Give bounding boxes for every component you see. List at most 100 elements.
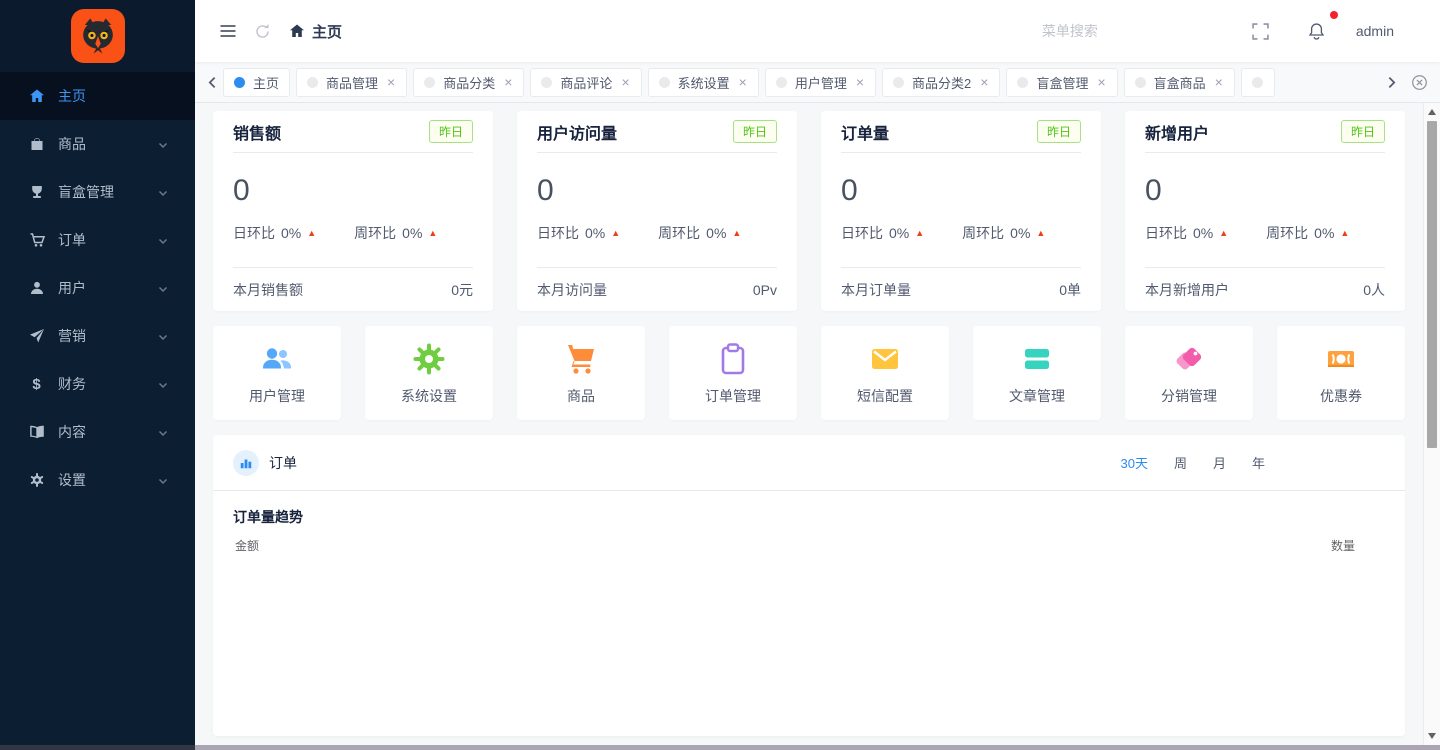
tab-user-manage[interactable]: 用户管理× — [765, 68, 876, 97]
tab-dot — [659, 77, 670, 88]
cart-icon — [28, 232, 45, 249]
quick-action-label: 分销管理 — [1161, 386, 1217, 406]
user-menu[interactable]: admin — [1356, 23, 1394, 39]
notification-badge — [1330, 11, 1338, 19]
sidebar-item-settings[interactable]: 设置 — [0, 456, 195, 504]
notification-bell-icon[interactable] — [1300, 14, 1334, 48]
sidebar-item-content[interactable]: 内容 — [0, 408, 195, 456]
tabs-container: 主页 商品管理× 商品分类× 商品评论× 系统设置× 用户管理× 商品分类2× … — [223, 67, 1380, 97]
close-icon[interactable]: × — [738, 75, 748, 89]
fullscreen-icon[interactable] — [1244, 14, 1278, 48]
chevron-down-icon — [157, 378, 169, 390]
quick-action-order-manage[interactable]: 订单管理 — [669, 326, 797, 420]
tab-partial[interactable] — [1241, 68, 1275, 97]
sidebar-item-label: 订单 — [58, 230, 157, 250]
tab-dot — [1135, 77, 1146, 88]
tab-blindbox-manage[interactable]: 盲盒管理× — [1006, 68, 1117, 97]
quick-action-coupon[interactable]: 优惠券 — [1277, 326, 1405, 420]
close-icon[interactable]: × — [1096, 75, 1106, 89]
sidebar-item-blindbox[interactable]: 盲盒管理 — [0, 168, 195, 216]
close-icon[interactable]: × — [386, 75, 396, 89]
order-trend-chart: 订单量趋势 金额 数量 — [213, 491, 1405, 554]
close-icon[interactable]: × — [979, 75, 989, 89]
menu-search-input[interactable] — [1042, 23, 1202, 39]
quick-action-user-manage[interactable]: 用户管理 — [213, 326, 341, 420]
day-ratio: 日环比0%▲ — [841, 223, 924, 243]
quick-action-system-settings[interactable]: 系统设置 — [365, 326, 493, 420]
sidebar-item-orders[interactable]: 订单 — [0, 216, 195, 264]
bar-chart-icon — [233, 450, 259, 476]
sidebar-item-goods[interactable]: 商品 — [0, 120, 195, 168]
hamburger-menu-icon[interactable] — [211, 14, 245, 48]
tabs-scroll-right-icon[interactable] — [1380, 68, 1402, 96]
sidebar-item-users[interactable]: 用户 — [0, 264, 195, 312]
range-week[interactable]: 周 — [1174, 453, 1187, 472]
tab-goods-category[interactable]: 商品分类× — [413, 68, 524, 97]
tab-home[interactable]: 主页 — [223, 68, 290, 97]
sidebar-item-marketing[interactable]: 营销 — [0, 312, 195, 360]
close-icon[interactable]: × — [855, 75, 865, 89]
tab-goods-category2[interactable]: 商品分类2× — [882, 68, 1000, 97]
quick-action-distribution[interactable]: 分销管理 — [1125, 326, 1253, 420]
caret-up-icon: ▲ — [428, 229, 437, 238]
book-icon — [28, 424, 45, 441]
quick-action-goods[interactable]: 商品 — [517, 326, 645, 420]
yesterday-badge: 昨日 — [733, 120, 777, 143]
dashboard-content: 销售额昨日 0 日环比0%▲ 周环比0%▲ 本月销售额0元 用户访问量昨日 0 … — [195, 103, 1440, 750]
sidebar-item-home[interactable]: 主页 — [0, 72, 195, 120]
caret-up-icon: ▲ — [1340, 229, 1349, 238]
quick-action-label: 优惠券 — [1320, 386, 1362, 406]
tabs-scroll-left-icon[interactable] — [201, 68, 223, 96]
stat-value: 0 — [1145, 173, 1385, 209]
tab-dot — [307, 77, 318, 88]
cart-icon — [563, 341, 599, 377]
window-bottom-edge — [0, 745, 1440, 750]
stat-card-new-users: 新增用户昨日 0 日环比0%▲ 周环比0%▲ 本月新增用户0人 — [1125, 111, 1405, 311]
stat-footer-value: 0人 — [1363, 280, 1385, 300]
range-month[interactable]: 月 — [1213, 453, 1226, 472]
breadcrumb-label: 主页 — [312, 21, 342, 42]
stat-value: 0 — [841, 173, 1081, 209]
order-chart-card: 订单 30天 周 月 年 订单量趋势 金额 数量 — [213, 435, 1405, 736]
close-icon[interactable]: × — [1214, 75, 1224, 89]
sidebar-item-label: 盲盒管理 — [58, 182, 157, 202]
tab-goods-review[interactable]: 商品评论× — [530, 68, 641, 97]
week-ratio: 周环比0%▲ — [658, 223, 741, 243]
gear-icon — [411, 341, 447, 377]
week-ratio: 周环比0%▲ — [354, 223, 437, 243]
sidebar: 主页 商品 盲盒管理 订单 用户 营销 $ 财务 — [0, 0, 195, 750]
scrollbar-thumb[interactable] — [1427, 121, 1437, 448]
logo-area[interactable] — [0, 0, 195, 72]
week-ratio: 周环比0%▲ — [962, 223, 1045, 243]
scroll-down-arrow-icon[interactable] — [1428, 733, 1436, 739]
close-icon[interactable]: × — [503, 75, 513, 89]
gear-icon — [28, 472, 45, 489]
tab-dot — [776, 77, 787, 88]
refresh-icon[interactable] — [245, 14, 279, 48]
clipboard-icon — [715, 341, 751, 377]
stat-value: 0 — [233, 173, 473, 209]
stat-cards-row: 销售额昨日 0 日环比0%▲ 周环比0%▲ 本月销售额0元 用户访问量昨日 0 … — [213, 111, 1405, 311]
scroll-up-arrow-icon[interactable] — [1428, 109, 1436, 115]
quick-action-article-manage[interactable]: 文章管理 — [973, 326, 1101, 420]
range-30days[interactable]: 30天 — [1120, 453, 1147, 472]
tab-blindbox-goods[interactable]: 盲盒商品× — [1124, 68, 1235, 97]
stat-title: 订单量 — [841, 120, 889, 144]
sidebar-item-label: 商品 — [58, 134, 157, 154]
sidebar-item-finance[interactable]: $ 财务 — [0, 360, 195, 408]
quick-action-label: 订单管理 — [705, 386, 761, 406]
quick-action-label: 商品 — [567, 386, 595, 406]
stat-card-visits: 用户访问量昨日 0 日环比0%▲ 周环比0%▲ 本月访问量0Pv — [517, 111, 797, 311]
quick-action-sms-config[interactable]: 短信配置 — [821, 326, 949, 420]
caret-up-icon: ▲ — [611, 229, 620, 238]
tab-goods-manage[interactable]: 商品管理× — [296, 68, 407, 97]
close-all-tabs-icon[interactable] — [1406, 69, 1432, 95]
range-year[interactable]: 年 — [1252, 453, 1265, 472]
goods-icon — [28, 136, 45, 153]
close-icon[interactable]: × — [620, 75, 630, 89]
topbar: 主页 admin — [195, 0, 1440, 62]
tab-system-settings[interactable]: 系统设置× — [648, 68, 759, 97]
stat-card-sales: 销售额昨日 0 日环比0%▲ 周环比0%▲ 本月销售额0元 — [213, 111, 493, 311]
vertical-scrollbar[interactable] — [1423, 103, 1440, 745]
breadcrumb[interactable]: 主页 — [289, 21, 342, 42]
